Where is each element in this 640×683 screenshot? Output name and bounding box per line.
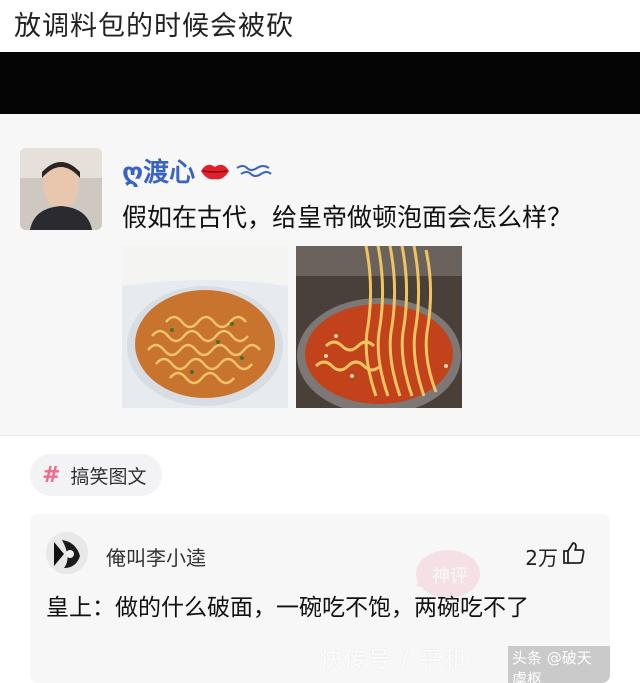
commenter-avatar[interactable]	[46, 532, 88, 574]
headline: 放调料包的时候会被砍	[14, 11, 294, 42]
hashtag-icon: #	[42, 462, 61, 488]
noodle-lift-photo[interactable]	[296, 246, 462, 408]
comment-text: 皇上：做的什么破面，一碗吃不饱，两碗吃不了	[46, 595, 529, 621]
tag-label: 搞笑图文	[70, 465, 147, 488]
post-question: 假如在古代，给皇帝做顿泡面会怎么样？	[122, 203, 573, 232]
black-band	[0, 52, 640, 114]
tag-chip[interactable]: # 搞笑图文	[30, 454, 163, 496]
username-text: ღ渡心	[122, 158, 196, 188]
lips-icon	[201, 164, 230, 179]
watermark-kuaichuan: 快传号 / 平和	[320, 648, 468, 673]
like-count: 2万	[525, 546, 558, 570]
post-card: ღ渡心 假如在古代，给皇帝做顿泡面会怎么样？	[0, 114, 640, 436]
commenter-name[interactable]: 俺叫李小逵	[106, 542, 206, 571]
poster-avatar[interactable]	[20, 148, 102, 230]
watermark-toutiao: 头条 @破天虞枢	[508, 646, 610, 683]
poster-username[interactable]: ღ渡心	[122, 152, 273, 189]
wave-icon	[236, 164, 272, 177]
thumbs-up-icon[interactable]	[562, 541, 586, 565]
svg-text:神评: 神评	[432, 566, 468, 587]
noodle-cup-photo[interactable]	[122, 246, 288, 408]
top-comment: 俺叫李小逵 2万 神评 皇上：做的什么破面，一碗吃不饱，两碗吃不了 快传号 / …	[30, 514, 610, 683]
